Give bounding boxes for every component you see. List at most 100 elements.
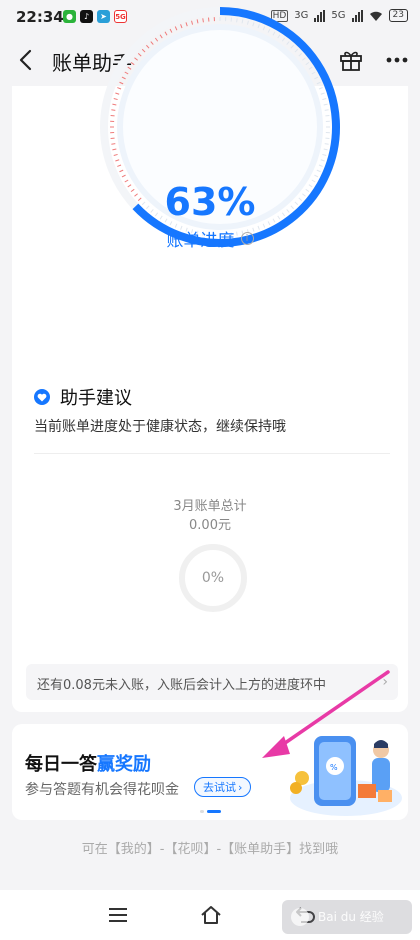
ring-tick (159, 34, 163, 39)
ring-tick (119, 81, 124, 85)
ring-tick (130, 61, 135, 66)
signal-bars-icon-2 (351, 9, 363, 22)
ring-tick (302, 57, 306, 61)
carousel-dots (200, 810, 221, 813)
month-progress-percent: 0% (201, 570, 225, 586)
divider (34, 453, 390, 454)
advice-header: 助手建议 (34, 384, 132, 410)
ring-tick (112, 103, 117, 106)
progress-label-row: 账单进度 i (0, 226, 420, 251)
ring-tick (113, 98, 118, 101)
ring-tick (241, 19, 244, 24)
try-button-label: 去试试 (203, 781, 236, 794)
ring-tick (320, 92, 325, 95)
ring-tick (246, 20, 249, 25)
wifi-icon (369, 11, 382, 21)
chevron-right-icon: › (238, 780, 243, 794)
ring-tick (185, 22, 188, 27)
ring-tick (316, 169, 321, 173)
ring-tick (316, 81, 321, 85)
ring-tick (286, 41, 290, 45)
progress-label: 账单进度 (166, 231, 235, 251)
home-icon[interactable] (199, 904, 223, 926)
pending-note-text: 还有0.08元未入账，入账后会计入上方的进度环中 (37, 678, 326, 693)
advice-text: 当前账单进度处于健康状态，继续保持哦 (34, 419, 286, 435)
ring-tick (180, 24, 183, 29)
back-arrow-icon[interactable] (14, 47, 40, 73)
ring-tick (150, 41, 154, 45)
chevron-right-icon: › (382, 674, 388, 690)
ring-tick (308, 66, 313, 70)
ring-tick (314, 76, 319, 80)
ring-tick (117, 87, 122, 90)
watermark-text: Bai du 经验 (318, 910, 384, 924)
ring-tick (267, 28, 271, 33)
ring-tick (121, 76, 126, 80)
ring-tick (323, 148, 328, 151)
battery-indicator: 23 (388, 9, 408, 22)
carousel-dot-active (207, 810, 221, 813)
ring-tick (318, 87, 323, 90)
ring-tick (311, 71, 316, 75)
month-total-amount: 0.00元 (189, 518, 231, 533)
promo-title-prefix: 每日一答 (25, 754, 97, 775)
ring-tick (257, 24, 260, 29)
ring-tick (137, 53, 142, 57)
ring-tick (112, 148, 117, 151)
ring-tick (154, 37, 159, 42)
promo-title: 每日一答赢奖励 (25, 750, 151, 776)
ring-tick (119, 169, 124, 173)
info-icon[interactable]: i (240, 232, 254, 245)
ring-tick (322, 98, 327, 101)
promo-title-highlight: 赢奖励 (97, 754, 151, 775)
ring-tick (322, 153, 327, 156)
ring-tick (117, 164, 122, 167)
wechat-icon: ● (63, 10, 76, 23)
ring-tick (115, 159, 120, 162)
ring-tick (318, 164, 323, 167)
ring-tick (141, 48, 146, 53)
tiktok-icon: ♪ (80, 10, 93, 23)
ring-tick (324, 109, 329, 111)
ring-tick (277, 34, 281, 39)
month-progress-ring: 0% (179, 544, 247, 612)
ring-tick (169, 28, 173, 33)
ring-tick (164, 31, 168, 36)
ring-tick (124, 71, 129, 75)
ring-tick (323, 103, 328, 106)
daily-quiz-card[interactable]: 每日一答赢奖励 参与答题有机会得花呗金 去试试 › % (12, 724, 408, 820)
more-options-icon[interactable] (384, 47, 410, 73)
ring-tick (111, 109, 116, 111)
status-time: 22:34 (16, 8, 64, 26)
ring-tick (127, 66, 132, 70)
ring-tick (294, 48, 299, 53)
promo-subtitle: 参与答题有机会得花呗金 (25, 782, 179, 798)
ring-tick (281, 37, 286, 42)
ring-tick (272, 31, 276, 36)
ring-tick (196, 19, 199, 24)
menu-icon[interactable] (106, 904, 130, 926)
heart-icon (34, 389, 50, 405)
ring-tick (236, 18, 238, 23)
footer-hint: 可在【我的】-【花呗】-【账单助手】找到哦 (81, 842, 339, 857)
ring-tick (252, 22, 255, 27)
ring-tick (115, 92, 120, 95)
ring-tick (111, 143, 116, 145)
ring-tick (202, 18, 204, 23)
ring-tick (174, 26, 178, 31)
promo-illustration: % (290, 736, 402, 816)
pending-note[interactable]: 还有0.08元未入账，入账后会计入上方的进度环中 › (26, 664, 398, 700)
ring-tick (290, 44, 294, 49)
ring-tick (134, 57, 138, 61)
ring-tick (314, 174, 319, 178)
ring-tick (146, 44, 150, 49)
carousel-dot (200, 810, 204, 813)
ring-tick (320, 159, 325, 162)
ring-tick (121, 174, 126, 178)
ring-tick (113, 153, 118, 156)
month-total-label: 3月账单总计 (173, 499, 247, 514)
ring-tick (191, 20, 194, 25)
progress-percent: 63% (164, 180, 256, 224)
advice-title: 助手建议 (60, 388, 132, 409)
try-button[interactable]: 去试试 › (194, 777, 252, 797)
